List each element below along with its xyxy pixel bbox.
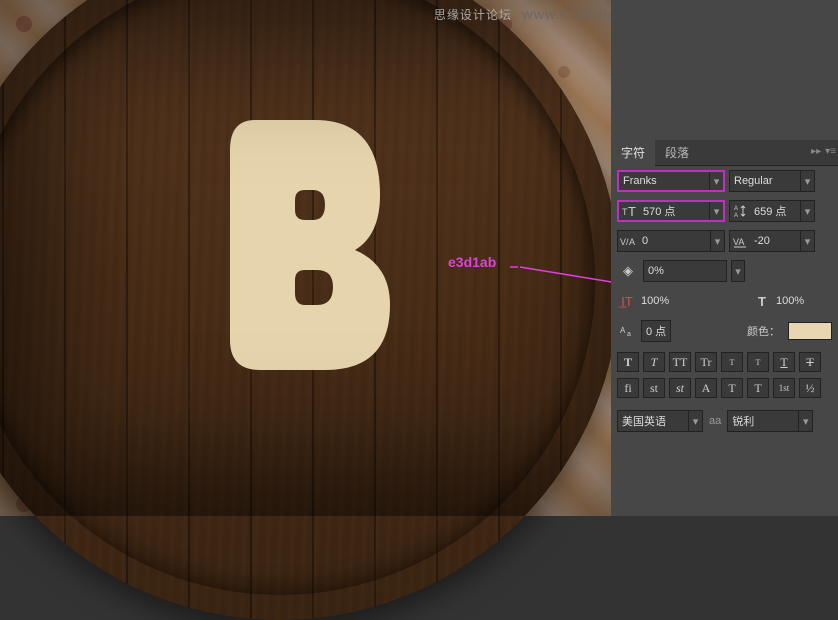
hscale-field[interactable]: 100%	[772, 290, 832, 312]
tsume-value[interactable]: 0%	[644, 265, 726, 277]
baseline-icon: Aa	[617, 323, 637, 339]
tsume-field[interactable]: 0%	[643, 260, 727, 282]
chevron-down-icon[interactable]: ▾	[710, 231, 724, 251]
baseline-value[interactable]: 0 点	[642, 323, 670, 339]
hscale-value[interactable]: 100%	[772, 295, 832, 307]
font-style-value[interactable]: Regular	[730, 175, 800, 187]
fraction-1st-button[interactable]: 1st	[773, 378, 795, 398]
ligature-st-button[interactable]: st	[643, 378, 665, 398]
kerning-value[interactable]: 0	[638, 235, 710, 247]
font-size-field[interactable]: TT 570 点 ▾	[617, 200, 725, 222]
titling-button[interactable]: T	[721, 378, 743, 398]
leading-icon: AA	[730, 203, 750, 219]
language-value[interactable]: 美国英语	[618, 413, 688, 429]
chevron-down-icon[interactable]: ▾	[709, 172, 723, 190]
tab-character[interactable]: 字符	[611, 139, 655, 166]
allcaps-button[interactable]: TT	[669, 352, 691, 372]
kerning-icon: V/A	[618, 233, 638, 249]
tracking-value[interactable]: -20	[750, 235, 800, 247]
chevron-down-icon[interactable]: ▾	[800, 171, 814, 191]
color-swatch[interactable]	[788, 322, 832, 340]
subscript-button[interactable]: T	[747, 352, 769, 372]
tracking-field[interactable]: VA -20 ▾	[729, 230, 815, 252]
svg-text:A: A	[734, 213, 738, 219]
canvas-area[interactable]	[0, 0, 657, 516]
leading-value[interactable]: 659 点	[750, 203, 800, 219]
svg-text:A: A	[620, 326, 626, 335]
chevron-down-icon[interactable]: ▾	[800, 201, 814, 221]
stylistic-alt-button[interactable]: A	[695, 378, 717, 398]
opentype-buttons: fi st st A T T 1st ½	[611, 378, 838, 404]
type-style-buttons: T T TT Tr T T T T	[611, 346, 838, 378]
ordinal-button[interactable]: T	[747, 378, 769, 398]
font-size-icon: TT	[619, 203, 639, 219]
watermark-text: 思缘设计论坛	[434, 8, 512, 22]
swash-button[interactable]: st	[669, 378, 691, 398]
language-field[interactable]: 美国英语 ▾	[617, 410, 703, 432]
font-size-value[interactable]: 570 点	[639, 203, 709, 219]
chevron-down-icon[interactable]: ▾	[798, 411, 812, 431]
chevron-down-icon[interactable]: ▾	[731, 260, 745, 282]
bold-button[interactable]: T	[617, 352, 639, 372]
font-family-value[interactable]: Franks	[619, 175, 709, 187]
chevron-down-icon[interactable]: ▾	[709, 202, 723, 220]
color-label: 颜色：	[747, 323, 780, 339]
chevron-down-icon[interactable]: ▾	[800, 231, 814, 251]
kerning-field[interactable]: V/A 0 ▾	[617, 230, 725, 252]
panel-menu-icon[interactable]: ▾≡	[825, 146, 836, 157]
vscale-field[interactable]: 100%	[637, 290, 697, 312]
svg-text:T: T	[628, 204, 636, 219]
leading-field[interactable]: AA 659 点 ▾	[729, 200, 815, 222]
panel-tabs: 字符 段落 ▸▸ ▾≡	[611, 140, 838, 166]
anti-alias-value[interactable]: 锐利	[728, 413, 798, 429]
anti-alias-field[interactable]: 锐利 ▾	[727, 410, 813, 432]
svg-text:VA: VA	[733, 237, 744, 247]
font-style-field[interactable]: Regular ▾	[729, 170, 815, 192]
fraction-half-button[interactable]: ½	[799, 378, 821, 398]
vscale-icon: I̲T	[617, 294, 637, 309]
baseline-field[interactable]: 0 点	[641, 320, 671, 342]
panel-collapse-icon[interactable]: ▸▸	[811, 146, 821, 157]
underline-button[interactable]: T	[773, 352, 795, 372]
font-family-field[interactable]: Franks ▾	[617, 170, 725, 192]
tsume-icon: ◈	[617, 263, 639, 279]
superscript-button[interactable]: T	[721, 352, 743, 372]
tracking-icon: VA	[730, 233, 750, 249]
text-layer-b[interactable]	[220, 120, 400, 370]
vscale-value[interactable]: 100%	[637, 295, 697, 307]
anti-alias-icon: aa	[709, 415, 721, 427]
hscale-icon: T	[752, 294, 772, 309]
italic-button[interactable]: T	[643, 352, 665, 372]
annotation-color-hex: e3d1ab	[448, 254, 496, 270]
ligature-fi-button[interactable]: fi	[617, 378, 639, 398]
svg-text:A: A	[629, 237, 635, 247]
svg-text:a: a	[627, 331, 631, 338]
tab-paragraph[interactable]: 段落	[655, 139, 699, 166]
strikethrough-button[interactable]: T	[799, 352, 821, 372]
smallcaps-button[interactable]: Tr	[695, 352, 717, 372]
character-panel: 字符 段落 ▸▸ ▾≡ Franks ▾ Regular ▾ TT 570 点 …	[611, 0, 838, 516]
chevron-down-icon[interactable]: ▾	[688, 411, 702, 431]
svg-text:A: A	[734, 206, 738, 212]
